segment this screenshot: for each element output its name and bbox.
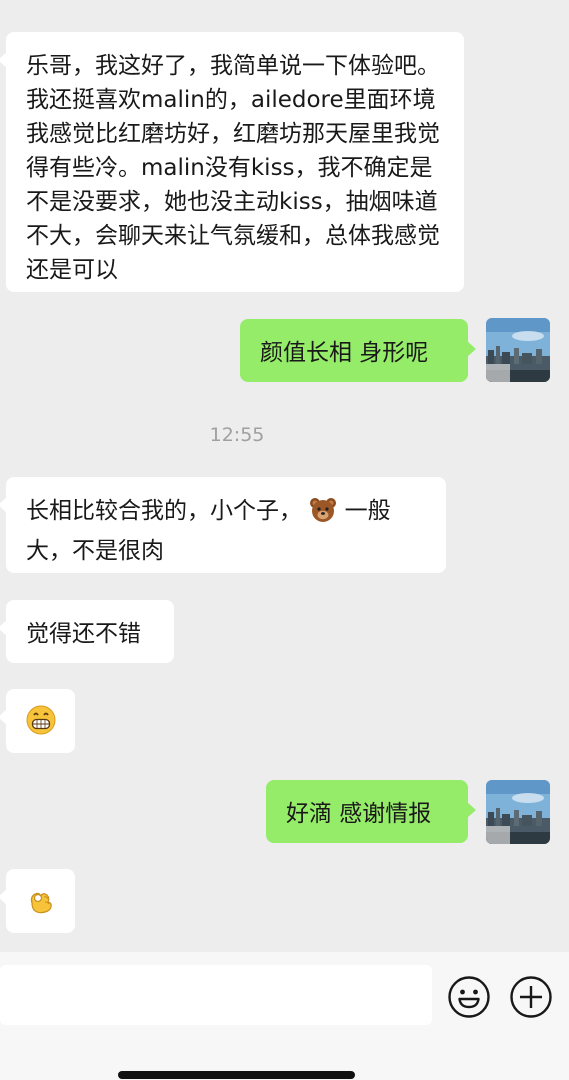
emoji-smile-icon [448,976,490,1018]
message-text: 乐哥，我这好了，我简单说一下体验吧。我还挺喜欢malin的，ailedore里面… [26,53,440,283]
city-skyline-avatar-image [486,318,550,382]
emoji-button[interactable] [447,975,491,1019]
plus-icon [510,976,552,1018]
incoming-message[interactable]: 乐哥，我这好了，我简单说一下体验吧。我还挺喜欢malin的，ailedore里面… [0,32,464,292]
own-avatar[interactable] [486,780,550,844]
outgoing-message[interactable]: 好滴 感谢情报 [266,780,476,843]
chat-area[interactable]: 乐哥，我这好了，我简单说一下体验吧。我还挺喜欢malin的，ailedore里面… [0,0,569,958]
more-button[interactable] [509,975,553,1019]
incoming-message[interactable] [0,869,75,933]
incoming-message[interactable]: 长相比较合我的，小个子， 一般大，不是很肉 [0,477,446,573]
incoming-message[interactable] [0,689,75,753]
grinning-face-icon [26,705,56,741]
ok-hand-icon [26,892,56,921]
message-timestamp: 12:55 [209,424,265,446]
message-text: 长相比较合我的，小个子， [26,498,302,524]
bear-face-icon [309,496,337,534]
input-toolbar [0,952,569,1080]
incoming-message[interactable]: 觉得还不错 [0,600,174,663]
message-text: 觉得还不错 [26,621,141,647]
own-avatar[interactable] [486,318,550,382]
message-text: 好滴 感谢情报 [286,801,432,827]
city-skyline-avatar-image [486,780,550,844]
message-input[interactable] [0,965,432,1025]
home-indicator[interactable] [118,1071,355,1079]
message-text: 颜值长相 身形呢 [260,340,429,366]
outgoing-message[interactable]: 颜值长相 身形呢 [240,319,476,382]
